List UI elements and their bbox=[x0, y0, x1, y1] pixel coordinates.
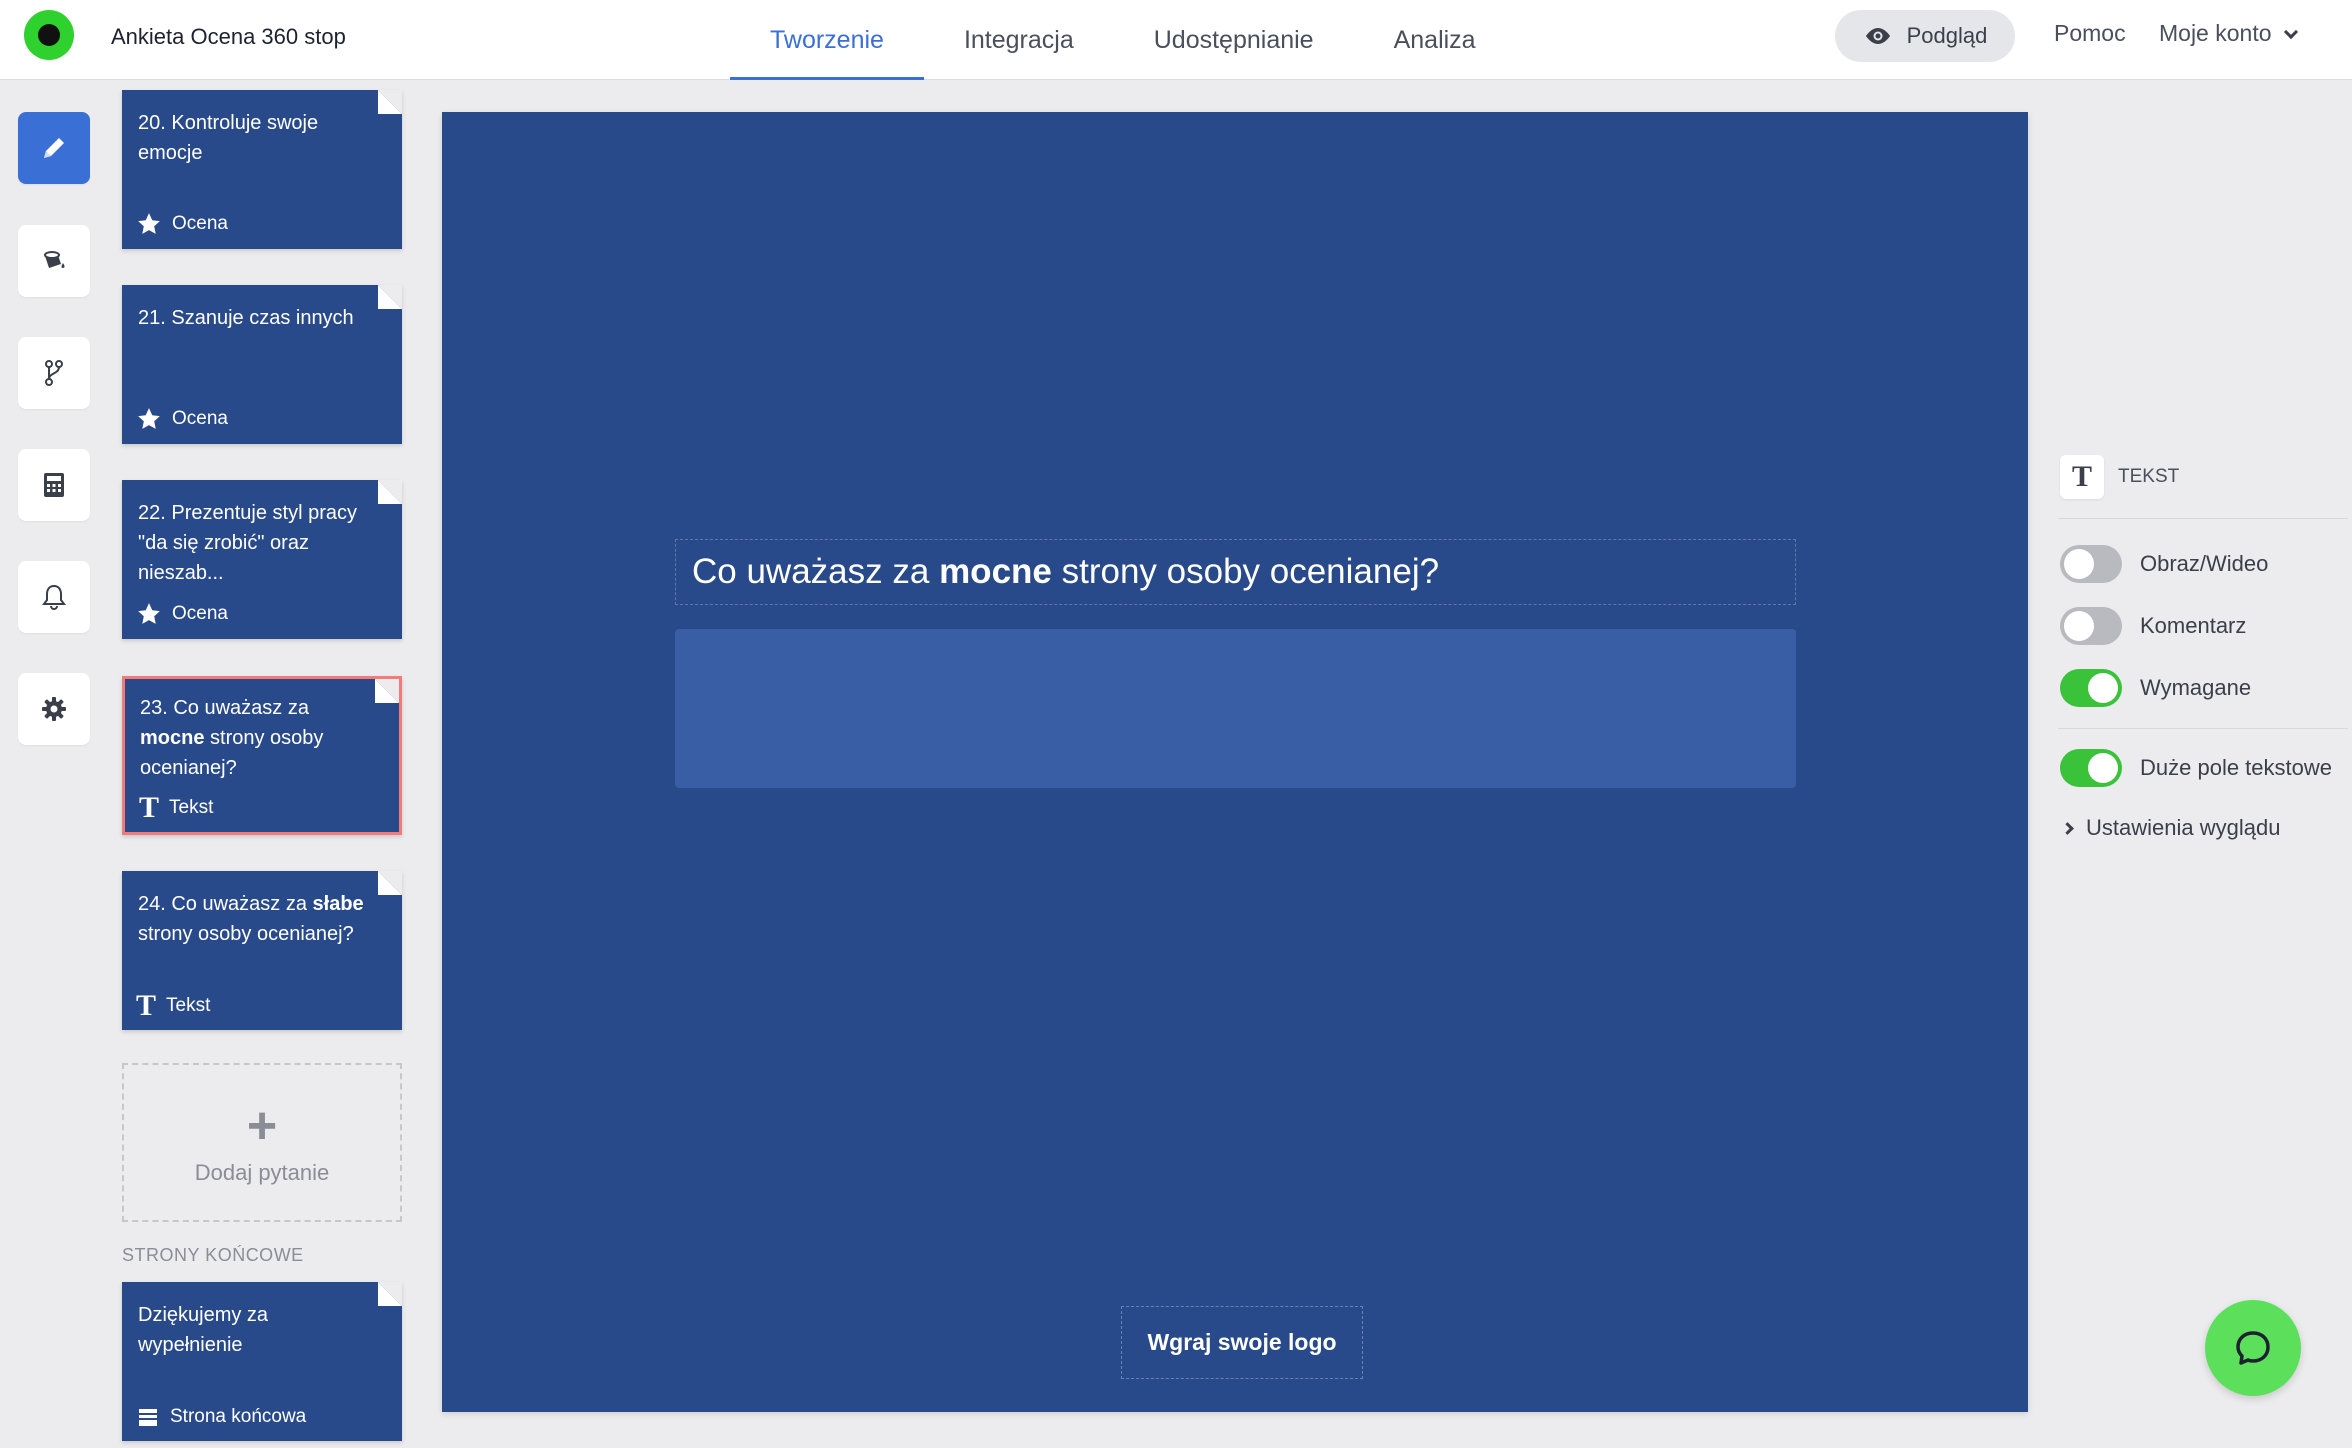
option-label: Komentarz bbox=[2140, 613, 2247, 638]
question-card-20[interactable]: 20. Kontroluje swoje emocje Ocena bbox=[122, 90, 402, 249]
tab-integracja[interactable]: Integracja bbox=[924, 0, 1114, 80]
chat-button[interactable] bbox=[2205, 1300, 2301, 1396]
question-type: T Tekst bbox=[139, 791, 214, 824]
plus-icon: + bbox=[246, 1096, 278, 1155]
option-label: Duże pole tekstowe bbox=[2140, 755, 2332, 780]
main-tabs: Tworzenie Integracja Udostępnianie Anali… bbox=[730, 0, 1516, 80]
chevron-down-icon bbox=[2283, 24, 2298, 40]
panel-divider bbox=[2058, 518, 2348, 519]
add-question-button[interactable]: + Dodaj pytanie bbox=[122, 1063, 402, 1222]
tab-analiza[interactable]: Analiza bbox=[1354, 0, 1516, 80]
required-toggle[interactable] bbox=[2060, 669, 2122, 707]
add-question-label: Dodaj pytanie bbox=[194, 1159, 330, 1185]
end-page-card[interactable]: Dziękujemy za wypełnienie Strona końcowa bbox=[122, 1282, 402, 1441]
image-video-toggle[interactable] bbox=[2060, 545, 2122, 583]
option-required: Wymagane bbox=[2060, 669, 2251, 707]
canvas-question-prefix: Co uważasz za bbox=[692, 552, 940, 591]
star-icon bbox=[138, 213, 160, 234]
paint-bucket-icon bbox=[44, 251, 65, 268]
large-text-field-toggle[interactable] bbox=[2060, 749, 2122, 787]
option-label: Obraz/Wideo bbox=[2140, 551, 2269, 576]
tab-udostepnianie[interactable]: Udostępnianie bbox=[1114, 0, 1354, 80]
question-type-label: Ocena bbox=[172, 603, 228, 624]
question-type-heading: TEKST bbox=[2118, 466, 2180, 487]
appearance-settings[interactable]: Ustawienia wyglądu bbox=[2061, 815, 2281, 841]
question-type-label: Ocena bbox=[172, 408, 228, 429]
canvas-question-suffix: strony osoby ocenianej? bbox=[1051, 552, 1440, 591]
question-title-suffix: strony osoby ocenianej? bbox=[138, 923, 354, 945]
calculator-icon bbox=[44, 473, 64, 497]
help-link[interactable]: Pomoc bbox=[2054, 20, 2126, 47]
upload-logo-button[interactable]: Wgraj swoje logo bbox=[1121, 1306, 1363, 1379]
text-type-icon: T bbox=[136, 989, 157, 1022]
question-type: Ocena bbox=[136, 406, 228, 432]
appearance-settings-label: Ustawienia wyglądu bbox=[2086, 815, 2281, 840]
question-type-header: T TEKST bbox=[2060, 455, 2179, 499]
chevron-right-icon bbox=[2061, 821, 2074, 835]
canvas-question-title[interactable]: Co uważasz za mocne strony osoby ocenian… bbox=[675, 539, 1796, 605]
app-logo[interactable] bbox=[24, 10, 74, 60]
gear-icon bbox=[42, 697, 66, 721]
logic-button[interactable] bbox=[18, 337, 90, 409]
star-icon bbox=[138, 408, 160, 429]
tab-tworzenie[interactable]: Tworzenie bbox=[730, 0, 924, 80]
question-title: 24. Co uważasz za słabe strony osoby oce… bbox=[138, 889, 370, 949]
calculator-button[interactable] bbox=[18, 449, 90, 521]
option-comment: Komentarz bbox=[2060, 607, 2246, 645]
question-type: Ocena bbox=[136, 211, 228, 237]
star-icon bbox=[138, 603, 160, 624]
survey-canvas: Co uważasz za mocne strony osoby ocenian… bbox=[442, 112, 2028, 1412]
option-image-video: Obraz/Wideo bbox=[2060, 545, 2268, 583]
end-page-icon bbox=[139, 1409, 157, 1426]
question-title: 23. Co uważasz za mocne strony osoby oce… bbox=[140, 693, 372, 783]
text-type-icon: T bbox=[2060, 455, 2104, 499]
question-card-21[interactable]: 21. Szanuje czas innych Ocena bbox=[122, 285, 402, 444]
branch-icon bbox=[45, 360, 63, 386]
preview-label: Podgląd bbox=[1906, 23, 1988, 48]
canvas-question-bold: mocne bbox=[939, 552, 1052, 591]
question-title-prefix: 24. Co uważasz za bbox=[138, 893, 313, 915]
question-card-22[interactable]: 22. Prezentuje styl pracy "da się zrobić… bbox=[122, 480, 402, 639]
account-menu[interactable]: Moje konto bbox=[2159, 20, 2298, 47]
end-page-type: Strona końcowa bbox=[136, 1405, 306, 1429]
question-type: T Tekst bbox=[136, 989, 211, 1022]
eye-icon bbox=[1865, 28, 1890, 44]
question-title-bold: mocne bbox=[140, 727, 205, 749]
question-title: 21. Szanuje czas innych bbox=[138, 307, 354, 329]
end-pages-heading: STRONY KOŃCOWE bbox=[122, 1245, 304, 1265]
notifications-button[interactable] bbox=[18, 561, 90, 633]
top-bar: Ankieta Ocena 360 stop Tworzenie Integra… bbox=[0, 0, 2352, 80]
question-type-label: Tekst bbox=[166, 995, 211, 1016]
survey-title[interactable]: Ankieta Ocena 360 stop bbox=[111, 24, 345, 54]
panel-divider bbox=[2058, 728, 2348, 729]
theme-button[interactable] bbox=[18, 225, 90, 297]
question-type: Ocena bbox=[136, 601, 228, 627]
account-label: Moje konto bbox=[2159, 20, 2272, 46]
answer-text-area[interactable] bbox=[675, 629, 1796, 788]
chat-bubble-icon bbox=[2236, 1331, 2270, 1365]
comment-toggle[interactable] bbox=[2060, 607, 2122, 645]
edit-mode-button[interactable] bbox=[18, 112, 90, 184]
bell-icon bbox=[42, 584, 66, 610]
end-page-title: Dziękujemy za wypełnienie bbox=[138, 1304, 269, 1356]
question-type-label: Tekst bbox=[169, 797, 214, 818]
option-label: Wymagane bbox=[2140, 675, 2252, 700]
question-title-prefix: 23. Co uważasz za bbox=[140, 697, 309, 719]
end-page-type-label: Strona końcowa bbox=[170, 1406, 307, 1427]
question-title: 20. Kontroluje swoje emocje bbox=[138, 112, 319, 164]
settings-button[interactable] bbox=[18, 673, 90, 745]
pencil-icon bbox=[44, 138, 64, 158]
preview-button[interactable]: Podgląd bbox=[1835, 10, 2015, 62]
text-type-icon: T bbox=[139, 791, 160, 824]
question-type-label: Ocena bbox=[172, 213, 228, 234]
question-title-bold: słabe bbox=[312, 893, 364, 915]
question-card-23[interactable]: 23. Co uważasz za mocne strony osoby oce… bbox=[122, 676, 402, 835]
question-card-24[interactable]: 24. Co uważasz za słabe strony osoby oce… bbox=[122, 871, 402, 1030]
question-title: 22. Prezentuje styl pracy "da się zrobić… bbox=[138, 502, 357, 584]
option-large-text-field: Duże pole tekstowe bbox=[2060, 749, 2332, 787]
